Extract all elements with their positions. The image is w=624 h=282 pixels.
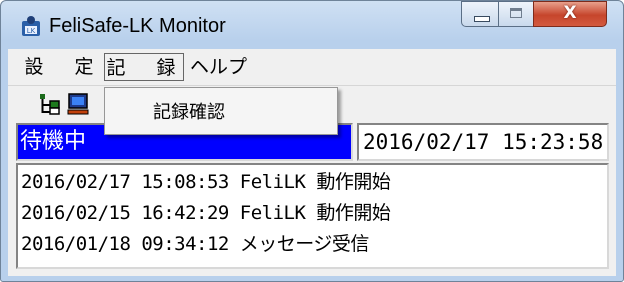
menu-help[interactable]: ヘルプ [190,53,280,81]
client-area: 設 定 記 録 ヘルプ 記録確認 待機中 2016/02/17 15:23:58… [8,49,616,276]
app-window: LK FeliSafe-LK Monitor X 設 定 記 録 ヘルプ 記録確… [0,0,624,282]
log-entry: 2016/02/15 16:42:29 FeliLK 動作開始 [21,202,391,224]
network-tree-icon[interactable] [38,92,62,116]
app-icon: LK [22,16,40,36]
title-bar[interactable]: LK FeliSafe-LK Monitor X [1,1,623,49]
close-icon: X [563,3,577,23]
menu-bar: 設 定 記 録 ヘルプ [8,49,616,86]
close-button[interactable]: X [533,1,607,27]
svg-text:LK: LK [27,27,36,35]
maximize-button[interactable] [498,1,534,27]
event-log-list[interactable]: 2016/02/17 15:08:53 FeliLK 動作開始 2016/02/… [16,163,609,269]
record-dropdown-menu: 記録確認 [104,87,338,135]
maximize-icon [510,8,522,18]
minimize-button[interactable] [461,1,499,27]
menu-record[interactable]: 記 録 [104,53,184,81]
monitor-icon[interactable] [66,92,90,116]
menu-settings[interactable]: 設 定 [22,53,102,81]
log-entry: 2016/02/17 15:08:53 FeliLK 動作開始 [21,171,391,193]
menu-item-view-records[interactable]: 記録確認 [153,98,225,124]
window-title: FeliSafe-LK Monitor [49,15,226,37]
minimize-icon [474,16,490,22]
log-entry: 2016/01/18 09:34:12 メッセージ受信 [21,233,369,255]
status-datetime-field: 2016/02/17 15:23:58 [357,123,609,161]
